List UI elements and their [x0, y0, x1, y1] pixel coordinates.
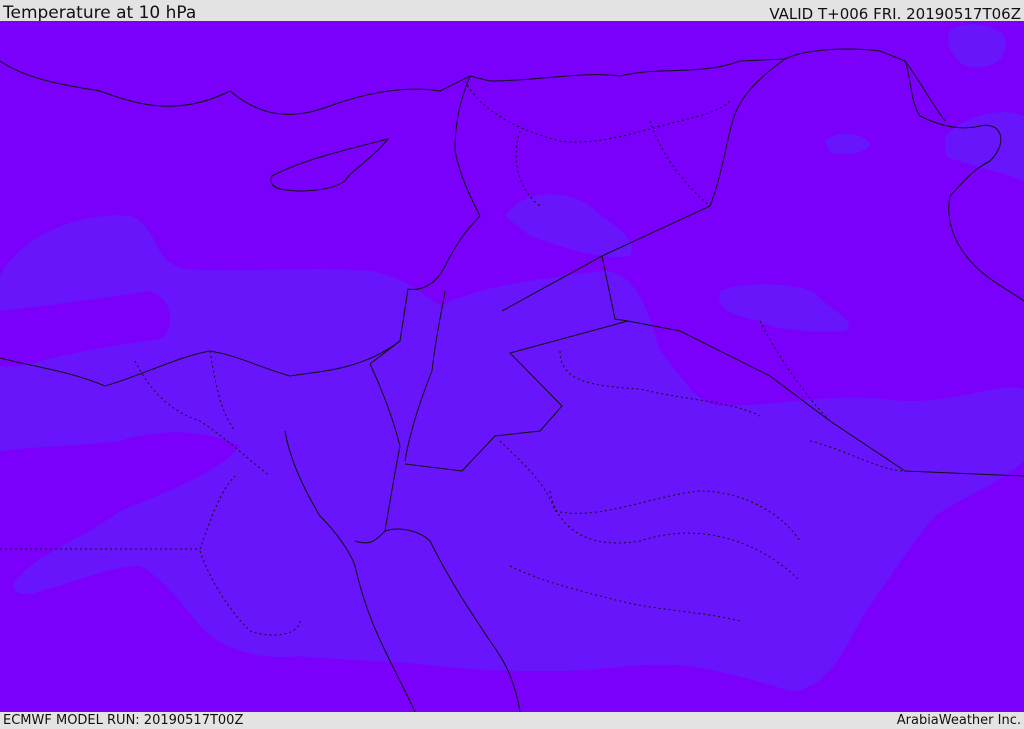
map-header: Temperature at 10 hPa VALID T+006 FRI. 2…	[0, 0, 1024, 23]
map-title: Temperature at 10 hPa	[3, 3, 197, 23]
model-run: ECMWF MODEL RUN: 20190517T00Z	[3, 713, 244, 728]
weather-map	[0, 21, 1024, 712]
map-footer: ECMWF MODEL RUN: 20190517T00Z ArabiaWeat…	[0, 712, 1024, 729]
credit-text: ArabiaWeather Inc.	[896, 713, 1021, 728]
map-canvas	[0, 21, 1024, 712]
